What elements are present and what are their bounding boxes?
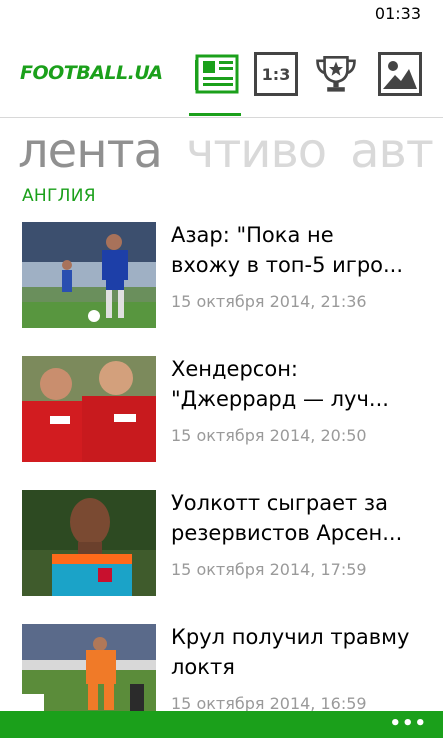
article-thumbnail xyxy=(22,356,156,462)
pivot-header: лента чтиво авт xyxy=(0,118,443,184)
app-bar: ••• xyxy=(0,711,443,738)
article-title: Крул получил травму локтя xyxy=(171,625,410,679)
status-bar: 01:33 xyxy=(0,0,443,30)
more-icon[interactable]: ••• xyxy=(389,713,427,734)
article-thumbnail xyxy=(22,490,156,596)
article-title: Хендерсон: "Джеррард — луч... xyxy=(171,357,389,411)
article-title: Уолкотт сыграет за резервистов Арсен... xyxy=(171,491,403,545)
article-date: 15 октября 2014, 17:59 xyxy=(171,560,367,579)
article-item[interactable]: Уолкотт сыграет за резервистов Арсен... … xyxy=(22,490,443,596)
score-icon[interactable]: 1:3 xyxy=(254,52,298,96)
article-item[interactable]: Хендерсон: "Джеррард — луч... 15 октября… xyxy=(22,356,443,462)
article-date: 15 октября 2014, 21:36 xyxy=(171,292,367,311)
clock: 01:33 xyxy=(374,4,421,23)
article-thumbnail xyxy=(22,222,156,328)
pivot-item-feed[interactable]: лента xyxy=(18,118,163,184)
app-header: FOOTBALL.UA 1:3 xyxy=(0,30,443,118)
article-item[interactable]: Азар: "Пока не вхожу в топ-5 игро... 15 … xyxy=(22,222,443,328)
photo-icon[interactable] xyxy=(378,52,422,96)
article-date: 15 октября 2014, 20:50 xyxy=(171,426,367,445)
article-title: Азар: "Пока не вхожу в топ-5 игро... xyxy=(171,223,404,277)
app-logo: FOOTBALL.UA xyxy=(20,62,163,84)
pivot-item-authors[interactable]: авт xyxy=(350,118,434,184)
score-icon-label: 1:3 xyxy=(261,64,291,84)
trophy-icon[interactable] xyxy=(314,52,358,96)
active-tab-indicator xyxy=(189,113,241,116)
section-title: АНГЛИЯ xyxy=(22,186,96,206)
news-icon[interactable] xyxy=(195,52,239,96)
pivot-item-reading[interactable]: чтиво xyxy=(186,118,327,184)
